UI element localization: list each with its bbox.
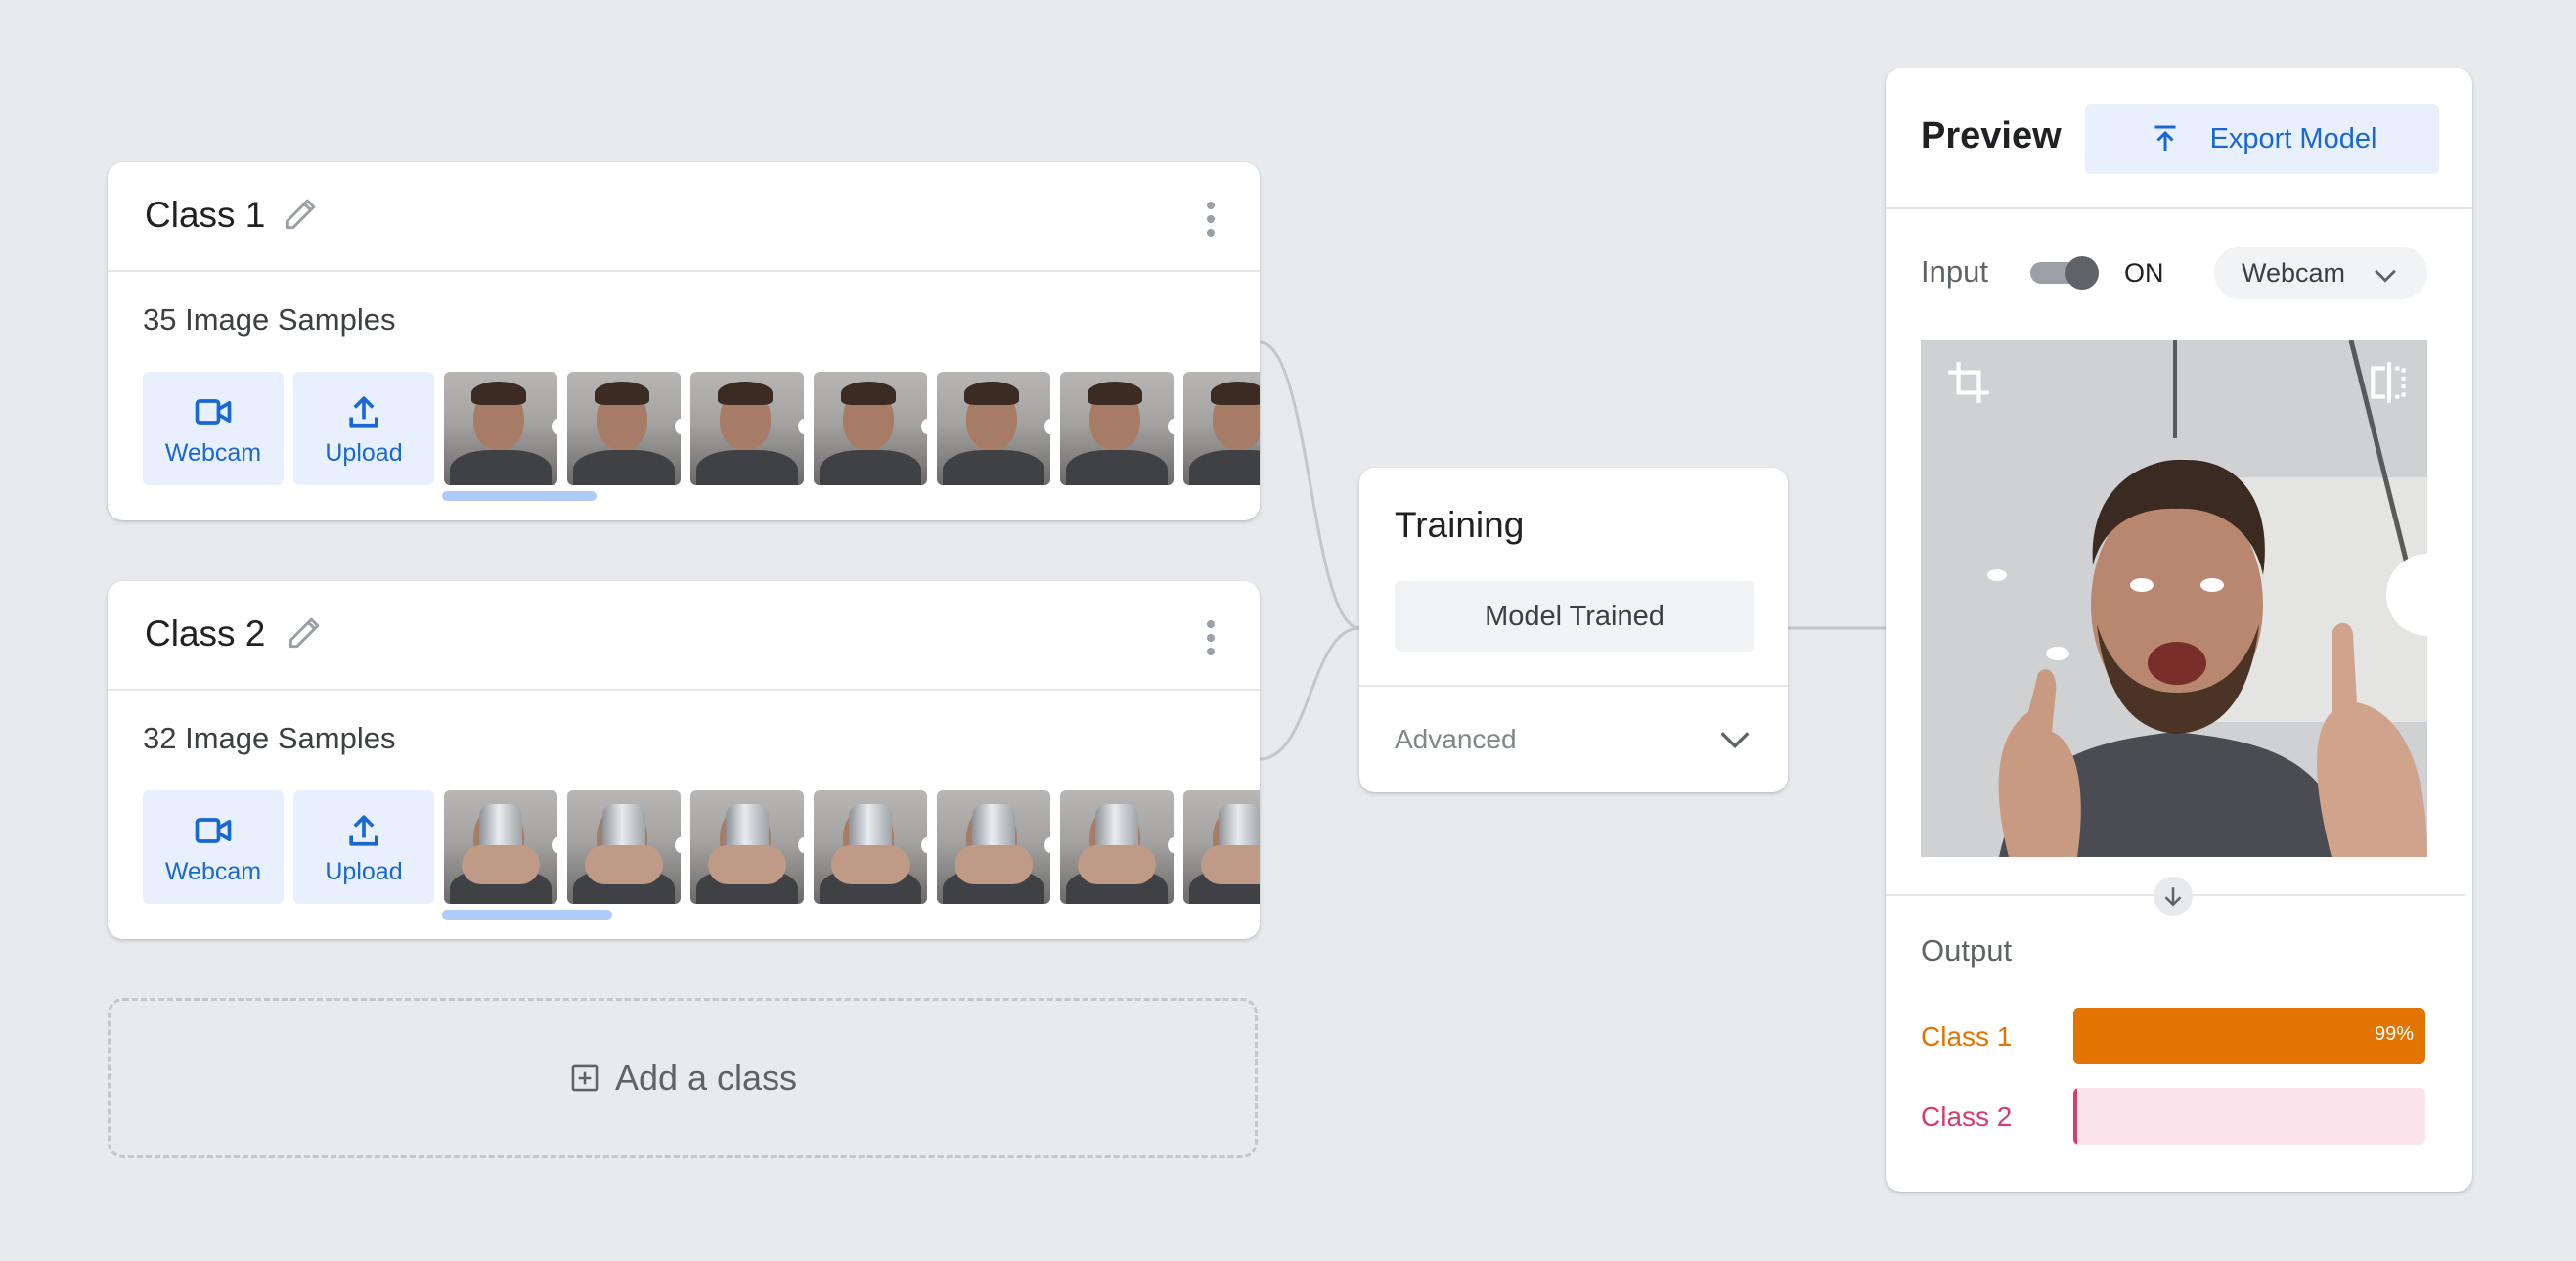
divider bbox=[1359, 685, 1788, 687]
output-class-name: Class 1 bbox=[1921, 1021, 2013, 1052]
sample-thumbnail[interactable] bbox=[690, 372, 804, 485]
output-class-name: Class 2 bbox=[1921, 1102, 2013, 1132]
webcam-button[interactable]: Webcam bbox=[143, 790, 284, 904]
more-options-icon[interactable] bbox=[1205, 202, 1217, 241]
confidence-bar: 99% bbox=[2073, 1008, 2425, 1064]
class-name[interactable]: Class 1 bbox=[145, 195, 265, 236]
webcam-label: Webcam bbox=[164, 438, 262, 467]
video-camera-icon bbox=[195, 817, 232, 843]
sample-count: 35 Image Samples bbox=[143, 302, 396, 337]
chevron-down-icon[interactable] bbox=[1715, 720, 1754, 759]
divider bbox=[1886, 207, 2472, 209]
edit-pencil-icon[interactable] bbox=[284, 610, 327, 653]
webcam-label: Webcam bbox=[164, 857, 262, 885]
sample-count: 32 Image Samples bbox=[143, 721, 396, 755]
upload-icon bbox=[349, 814, 378, 846]
class-header: Class 1 bbox=[108, 162, 1260, 272]
sample-thumbnail[interactable] bbox=[814, 372, 927, 485]
arrow-down-icon bbox=[2154, 877, 2193, 916]
sample-thumbnail[interactable] bbox=[567, 790, 681, 904]
upload-label: Upload bbox=[325, 438, 403, 467]
sample-thumbnail[interactable] bbox=[567, 372, 681, 485]
sample-thumbnail[interactable] bbox=[444, 372, 557, 485]
edit-pencil-icon[interactable] bbox=[280, 192, 323, 235]
sample-row: Webcam Upload bbox=[143, 372, 1260, 485]
input-label: Input bbox=[1921, 254, 1988, 289]
training-title: Training bbox=[1395, 505, 1525, 545]
sample-thumbnail[interactable] bbox=[690, 790, 804, 904]
toggle-state-label: ON bbox=[2124, 258, 2164, 288]
video-camera-icon bbox=[195, 398, 232, 425]
input-source-label: Webcam bbox=[2242, 257, 2346, 288]
training-card: Training Model Trained Advanced bbox=[1359, 468, 1788, 792]
sample-thumbnail[interactable] bbox=[1183, 790, 1260, 904]
upload-button[interactable]: Upload bbox=[293, 372, 434, 485]
sample-scrollbar[interactable] bbox=[442, 491, 597, 501]
sample-thumbnail[interactable] bbox=[1060, 372, 1174, 485]
upload-label: Upload bbox=[325, 857, 403, 885]
sample-thumbnail[interactable] bbox=[444, 790, 557, 904]
chevron-down-icon bbox=[2375, 269, 2396, 283]
output-row-class-2: Class 2 bbox=[1921, 1088, 2425, 1145]
sample-thumbnail[interactable] bbox=[814, 790, 927, 904]
webcam-feed-image bbox=[1921, 340, 2427, 857]
train-model-button[interactable]: Model Trained bbox=[1395, 581, 1754, 652]
advanced-toggle[interactable]: Advanced bbox=[1395, 724, 1517, 755]
input-source-dropdown[interactable]: Webcam bbox=[2214, 247, 2427, 299]
export-label: Export Model bbox=[2209, 122, 2377, 155]
crop-icon[interactable] bbox=[1944, 358, 1993, 407]
add-class-label: Add a class bbox=[614, 1058, 798, 1098]
webcam-button[interactable]: Webcam bbox=[143, 372, 284, 485]
upload-icon bbox=[349, 395, 378, 428]
confidence-percent: 99% bbox=[2374, 1023, 2414, 1045]
class-card-1: Class 1 35 Image Samples Webcam Upload bbox=[108, 162, 1260, 520]
sample-thumbnail[interactable] bbox=[937, 372, 1050, 485]
class-name[interactable]: Class 2 bbox=[145, 613, 265, 654]
output-label: Output bbox=[1921, 933, 2013, 968]
add-class-button[interactable]: Add a class bbox=[108, 998, 1258, 1158]
confidence-fill bbox=[2073, 1088, 2077, 1145]
sample-thumbnail[interactable] bbox=[937, 790, 1050, 904]
confidence-fill bbox=[2073, 1008, 2422, 1064]
confidence-bar bbox=[2073, 1088, 2425, 1145]
sample-thumbnail[interactable] bbox=[1183, 372, 1260, 485]
upload-button[interactable]: Upload bbox=[293, 790, 434, 904]
output-row-class-1: Class 1 99% bbox=[1921, 1008, 2425, 1064]
preview-panel: Preview Export Model Input ON Webcam Out… bbox=[1886, 68, 2472, 1192]
flip-icon[interactable] bbox=[2365, 358, 2414, 407]
webcam-preview bbox=[1921, 340, 2427, 857]
sample-row: Webcam Upload bbox=[143, 790, 1260, 904]
preview-title: Preview bbox=[1921, 115, 2062, 157]
class-header: Class 2 bbox=[108, 581, 1260, 691]
input-toggle[interactable] bbox=[2030, 256, 2101, 290]
more-options-icon[interactable] bbox=[1205, 620, 1217, 659]
sample-thumbnail[interactable] bbox=[1060, 790, 1174, 904]
sample-scrollbar[interactable] bbox=[442, 910, 612, 920]
export-model-button[interactable]: Export Model bbox=[2085, 104, 2439, 174]
add-box-icon bbox=[571, 1064, 599, 1092]
class-card-2: Class 2 32 Image Samples Webcam Upload bbox=[108, 581, 1260, 939]
export-icon bbox=[2154, 125, 2176, 151]
